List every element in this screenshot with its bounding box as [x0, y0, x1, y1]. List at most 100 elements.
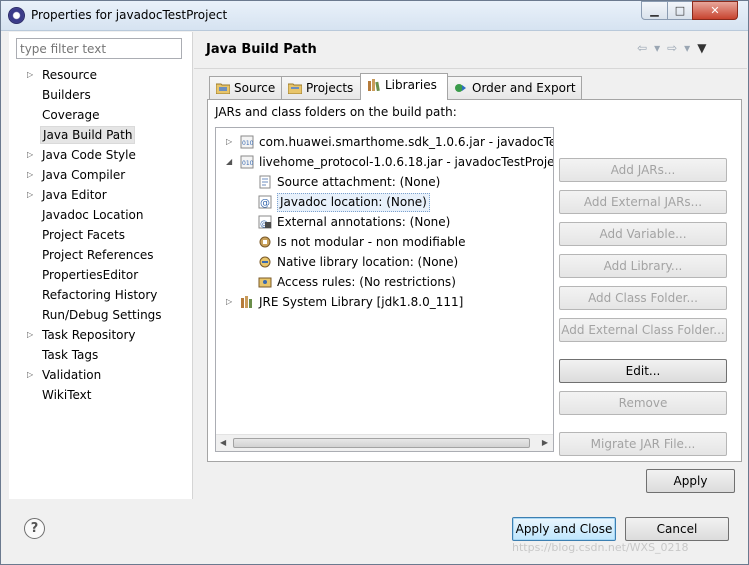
- expand-icon[interactable]: ▷: [226, 132, 232, 152]
- sidebar-item[interactable]: Project References: [9, 245, 193, 265]
- expand-icon[interactable]: ▷: [27, 165, 33, 185]
- minimize-button[interactable]: ▁: [641, 1, 668, 20]
- tree-item-label: JRE System Library [jdk1.8.0_111]: [259, 295, 464, 309]
- migrate-jar-button[interactable]: Migrate JAR File...: [559, 432, 727, 456]
- expand-icon[interactable]: ▷: [27, 145, 33, 165]
- sidebar-item[interactable]: PropertiesEditor: [9, 265, 193, 285]
- tab-label: Order and Export: [472, 81, 576, 95]
- forward-dropdown-icon[interactable]: ▾: [684, 41, 690, 55]
- jar-icon: 010: [240, 155, 254, 169]
- expand-icon[interactable]: ▷: [27, 185, 33, 205]
- main-pane: Java Build Path ⇦ ▾ ⇨ ▾ ▼ Source Projects: [194, 32, 747, 499]
- jar-icon: 010: [240, 135, 254, 149]
- add-external-class-folder-button[interactable]: Add External Class Folder...: [559, 318, 727, 342]
- back-arrow-icon[interactable]: ⇦: [637, 41, 647, 55]
- add-library-button[interactable]: Add Library...: [559, 254, 727, 278]
- scroll-left-icon[interactable]: ◀: [220, 438, 226, 447]
- tree-item[interactable]: Source attachment: (None): [216, 172, 553, 192]
- minimize-icon: ▁: [650, 4, 659, 17]
- sidebar-item[interactable]: ▷ Java Code Style: [9, 145, 193, 165]
- tab-order-and-export[interactable]: Order and Export: [447, 76, 582, 100]
- sidebar-item-label: Run/Debug Settings: [42, 308, 162, 322]
- sidebar-item[interactable]: ▷ Java Compiler: [9, 165, 193, 185]
- sidebar-item[interactable]: Java Build Path: [9, 125, 193, 145]
- help-button[interactable]: ?: [24, 518, 45, 539]
- sidebar-item[interactable]: Task Tags: [9, 345, 193, 365]
- sidebar-item[interactable]: ▷ Task Repository: [9, 325, 193, 345]
- tree-item[interactable]: Native library location: (None): [216, 252, 553, 272]
- sidebar-item[interactable]: ▷ Resource: [9, 65, 193, 85]
- sidebar-item[interactable]: Javadoc Location: [9, 205, 193, 225]
- tab-label: Projects: [306, 81, 354, 95]
- tree-item-label: Native library location: (None): [277, 255, 459, 269]
- sidebar-item[interactable]: Project Facets: [9, 225, 193, 245]
- scrollbar-thumb[interactable]: [233, 438, 530, 448]
- tab-projects[interactable]: Projects: [281, 76, 361, 100]
- sidebar-item[interactable]: WikiText: [9, 385, 193, 405]
- close-button[interactable]: ✕: [692, 1, 738, 20]
- tree-item[interactable]: @ Javadoc location: (None): [216, 192, 553, 212]
- tree-item[interactable]: ▷ 010 com.huawei.smarthome.sdk_1.0.6.jar -…: [216, 132, 553, 152]
- tree-item-label: External annotations: (None): [277, 215, 451, 229]
- view-menu-icon[interactable]: ▼: [697, 41, 706, 55]
- apply-and-close-button[interactable]: Apply and Close: [512, 517, 616, 541]
- tree-item-label: livehome_protocol-1.0.6.18.jar - javadoc…: [259, 155, 554, 169]
- tab-label: Libraries: [385, 78, 437, 92]
- filter-input[interactable]: [16, 38, 182, 59]
- eclipse-icon: [8, 7, 25, 24]
- properties-dialog: Properties for javadocTestProject ▁ □ ✕ …: [0, 0, 749, 565]
- add-external-jars-button[interactable]: Add External JARs...: [559, 190, 727, 214]
- add-class-folder-button[interactable]: Add Class Folder...: [559, 286, 727, 310]
- sidebar-item[interactable]: Run/Debug Settings: [9, 305, 193, 325]
- remove-button[interactable]: Remove: [559, 391, 727, 415]
- scroll-right-icon[interactable]: ▶: [542, 438, 548, 447]
- tree-item-label: Is not modular - non modifiable: [277, 235, 466, 249]
- add-jars-button[interactable]: Add JARs...: [559, 158, 727, 182]
- sidebar-item[interactable]: Coverage: [9, 105, 193, 125]
- javadoc-icon: @: [258, 195, 272, 209]
- sidebar-tree: ▷ Resource Builders Coverage Java Build Path…: [9, 65, 193, 405]
- sidebar-item[interactable]: ▷ Java Editor: [9, 185, 193, 205]
- libraries-icon: [368, 79, 380, 91]
- sidebar-item-label: PropertiesEditor: [42, 268, 139, 282]
- tree-item[interactable]: Access rules: (No restrictions): [216, 272, 553, 292]
- sidebar-item-label: Java Code Style: [42, 148, 136, 162]
- add-variable-button[interactable]: Add Variable...: [559, 222, 727, 246]
- sidebar-item-label: Validation: [42, 368, 102, 382]
- back-dropdown-icon[interactable]: ▾: [654, 41, 660, 55]
- module-icon: [259, 236, 271, 248]
- tree-item[interactable]: ◢ 010 livehome_protocol-1.0.6.18.jar - jav…: [216, 152, 553, 172]
- svg-text:010: 010: [242, 160, 254, 167]
- tab-source[interactable]: Source: [209, 76, 282, 100]
- tab-libraries[interactable]: Libraries: [360, 73, 448, 100]
- expand-icon[interactable]: ▷: [226, 292, 232, 312]
- sidebar-item-label: Java Compiler: [42, 168, 126, 182]
- tree-item[interactable]: @ External annotations: (None): [216, 212, 553, 232]
- native-library-icon: [259, 256, 271, 268]
- horizontal-scrollbar[interactable]: ◀ ▶: [216, 434, 553, 451]
- library-tree[interactable]: ▷ 010 com.huawei.smarthome.sdk_1.0.6.jar -…: [215, 127, 554, 452]
- tree-item[interactable]: Is not modular - non modifiable: [216, 232, 553, 252]
- sidebar-item-label: Java Build Path: [40, 126, 136, 144]
- help-icon: ?: [30, 521, 39, 536]
- sidebar-item-label: Coverage: [42, 108, 100, 122]
- access-rules-icon: [258, 277, 272, 288]
- tree-item[interactable]: ▷ JRE System Library [jdk1.8.0_111]: [216, 292, 553, 312]
- watermark: https://blog.csdn.net/WXS_0218: [512, 541, 689, 554]
- sidebar-item[interactable]: ▷ Validation: [9, 365, 193, 385]
- collapse-icon[interactable]: ◢: [226, 152, 232, 172]
- apply-button[interactable]: Apply: [646, 469, 735, 493]
- sidebar-item[interactable]: Refactoring History: [9, 285, 193, 305]
- tree-item-label: Javadoc location: (None): [277, 193, 430, 212]
- svg-text:010: 010: [242, 140, 254, 147]
- expand-icon[interactable]: ▷: [27, 325, 33, 345]
- order-export-icon: [455, 84, 466, 92]
- cancel-button[interactable]: Cancel: [625, 517, 729, 541]
- maximize-button[interactable]: □: [667, 1, 693, 20]
- expand-icon[interactable]: ▷: [27, 365, 33, 385]
- edit-button[interactable]: Edit...: [559, 359, 727, 383]
- forward-arrow-icon[interactable]: ⇨: [667, 41, 677, 55]
- expand-icon[interactable]: ▷: [27, 65, 33, 85]
- sidebar-item[interactable]: Builders: [9, 85, 193, 105]
- source-folder-icon: [216, 83, 230, 94]
